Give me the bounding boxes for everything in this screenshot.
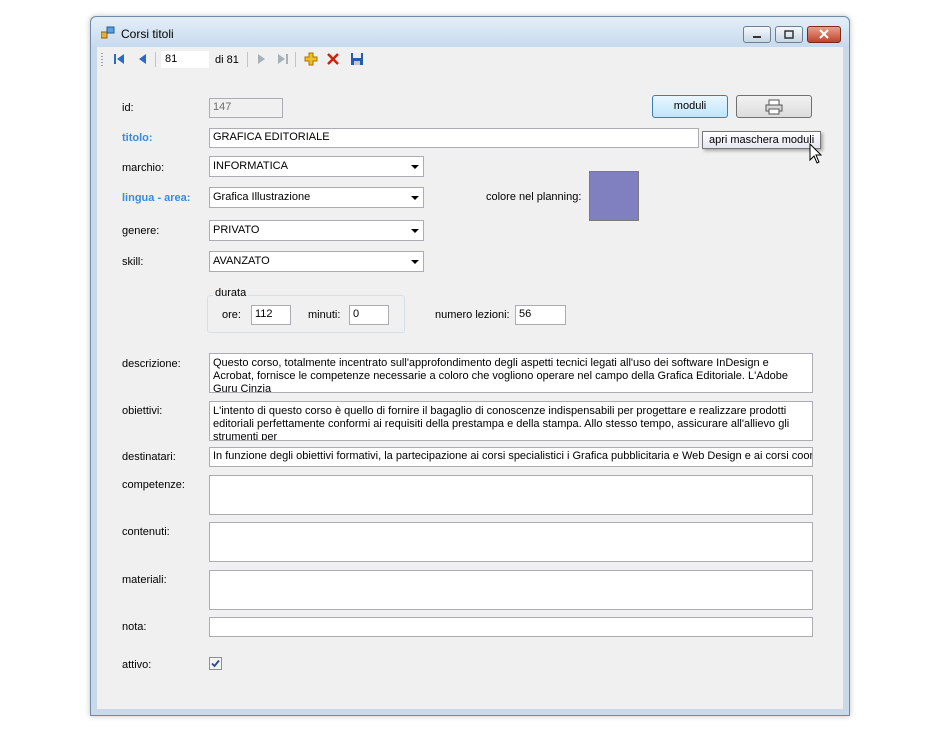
chevron-down-icon[interactable]: [411, 260, 419, 264]
close-icon: [819, 29, 829, 39]
minimize-icon: [753, 36, 761, 38]
genere-combo-value: PRIVATO: [213, 224, 260, 236]
titolo-field[interactable]: GRAFICA EDITORIALE: [209, 128, 699, 148]
position-input[interactable]: 81: [161, 51, 209, 68]
colore-label: colore nel planning:: [486, 191, 582, 203]
skill-label: skill:: [122, 256, 144, 268]
moduli-button[interactable]: moduli: [652, 95, 728, 118]
obiettivi-label: obiettivi:: [122, 405, 163, 417]
minuti-label: minuti:: [308, 309, 341, 321]
skill-combo-value: AVANZATO: [213, 255, 270, 267]
window-title: Corsi titoli: [121, 27, 174, 41]
printer-icon: [765, 99, 783, 115]
lingua-area-combo-value: Grafica Illustrazione: [213, 191, 311, 203]
attivo-label: attivo:: [122, 659, 152, 671]
lingua-area-combo[interactable]: Grafica Illustrazione: [209, 187, 424, 208]
delete-icon[interactable]: [325, 51, 341, 67]
materiali-field[interactable]: [209, 570, 813, 610]
moduli-tooltip: apri maschera moduli: [702, 131, 822, 149]
obiettivi-field[interactable]: L'intento di questo corso è quello di fo…: [209, 401, 813, 441]
add-new-icon[interactable]: [303, 51, 319, 67]
skill-combo[interactable]: AVANZATO: [209, 251, 424, 272]
app-icon: [101, 26, 115, 39]
nota-field[interactable]: [209, 617, 813, 637]
minimize-button[interactable]: [743, 26, 771, 43]
genere-label: genere:: [122, 225, 160, 237]
genere-combo[interactable]: PRIVATO: [209, 220, 424, 241]
numero-lezioni-label: numero lezioni:: [435, 309, 510, 321]
contenuti-field[interactable]: [209, 522, 813, 562]
contenuti-label: contenuti:: [122, 526, 170, 538]
toolbar-separator: [295, 52, 296, 67]
form-client-area: 81 di 81 id: 147 moduli titolo: GRAFICA …: [97, 47, 843, 709]
save-icon[interactable]: [349, 51, 365, 67]
lingua-area-label: lingua - area:: [122, 192, 191, 204]
chevron-down-icon[interactable]: [411, 165, 419, 169]
color-swatch[interactable]: [589, 171, 639, 221]
ore-field[interactable]: 112: [251, 305, 291, 325]
marchio-combo-value: INFORMATICA: [213, 160, 288, 172]
durata-group-title: durata: [213, 287, 249, 299]
maximize-icon: [784, 30, 794, 39]
marchio-combo[interactable]: INFORMATICA: [209, 156, 424, 177]
competenze-field[interactable]: [209, 475, 813, 515]
toolbar-separator: [155, 52, 156, 67]
competenze-label: competenze:: [122, 479, 185, 491]
attivo-checkbox[interactable]: [209, 657, 222, 670]
chevron-down-icon[interactable]: [411, 196, 419, 200]
descrizione-label: descrizione:: [122, 358, 181, 370]
maximize-button[interactable]: [775, 26, 803, 43]
nota-label: nota:: [122, 621, 147, 633]
marchio-label: marchio:: [122, 162, 165, 174]
id-field[interactable]: 147: [209, 98, 283, 118]
numero-lezioni-field[interactable]: 56: [515, 305, 566, 325]
toolbar-separator: [247, 52, 248, 67]
ore-label: ore:: [222, 309, 241, 321]
count-label: di 81: [215, 54, 239, 66]
print-button[interactable]: [736, 95, 812, 118]
mouse-cursor-icon: [809, 143, 823, 164]
materiali-label: materiali:: [122, 574, 167, 586]
descrizione-field[interactable]: Questo corso, totalmente incentrato sull…: [209, 353, 813, 393]
destinatari-field[interactable]: In funzione degli obiettivi formativi, l…: [209, 447, 813, 467]
close-button[interactable]: [807, 26, 841, 43]
binding-navigator: 81 di 81: [97, 47, 843, 72]
checkmark-icon: [211, 659, 220, 668]
destinatari-label: destinatari:: [122, 451, 176, 463]
toolbar-grip[interactable]: [101, 53, 103, 67]
window: Corsi titoli 81 di 81 id: 147 moduli tit…: [90, 16, 850, 716]
move-first-icon[interactable]: [111, 51, 127, 67]
titolo-label: titolo:: [122, 132, 153, 144]
id-label: id:: [122, 102, 134, 114]
move-previous-icon[interactable]: [135, 51, 151, 67]
move-last-icon[interactable]: [275, 51, 291, 67]
minuti-field[interactable]: 0: [349, 305, 389, 325]
chevron-down-icon[interactable]: [411, 229, 419, 233]
move-next-icon[interactable]: [253, 51, 269, 67]
title-bar[interactable]: Corsi titoli: [91, 17, 849, 47]
